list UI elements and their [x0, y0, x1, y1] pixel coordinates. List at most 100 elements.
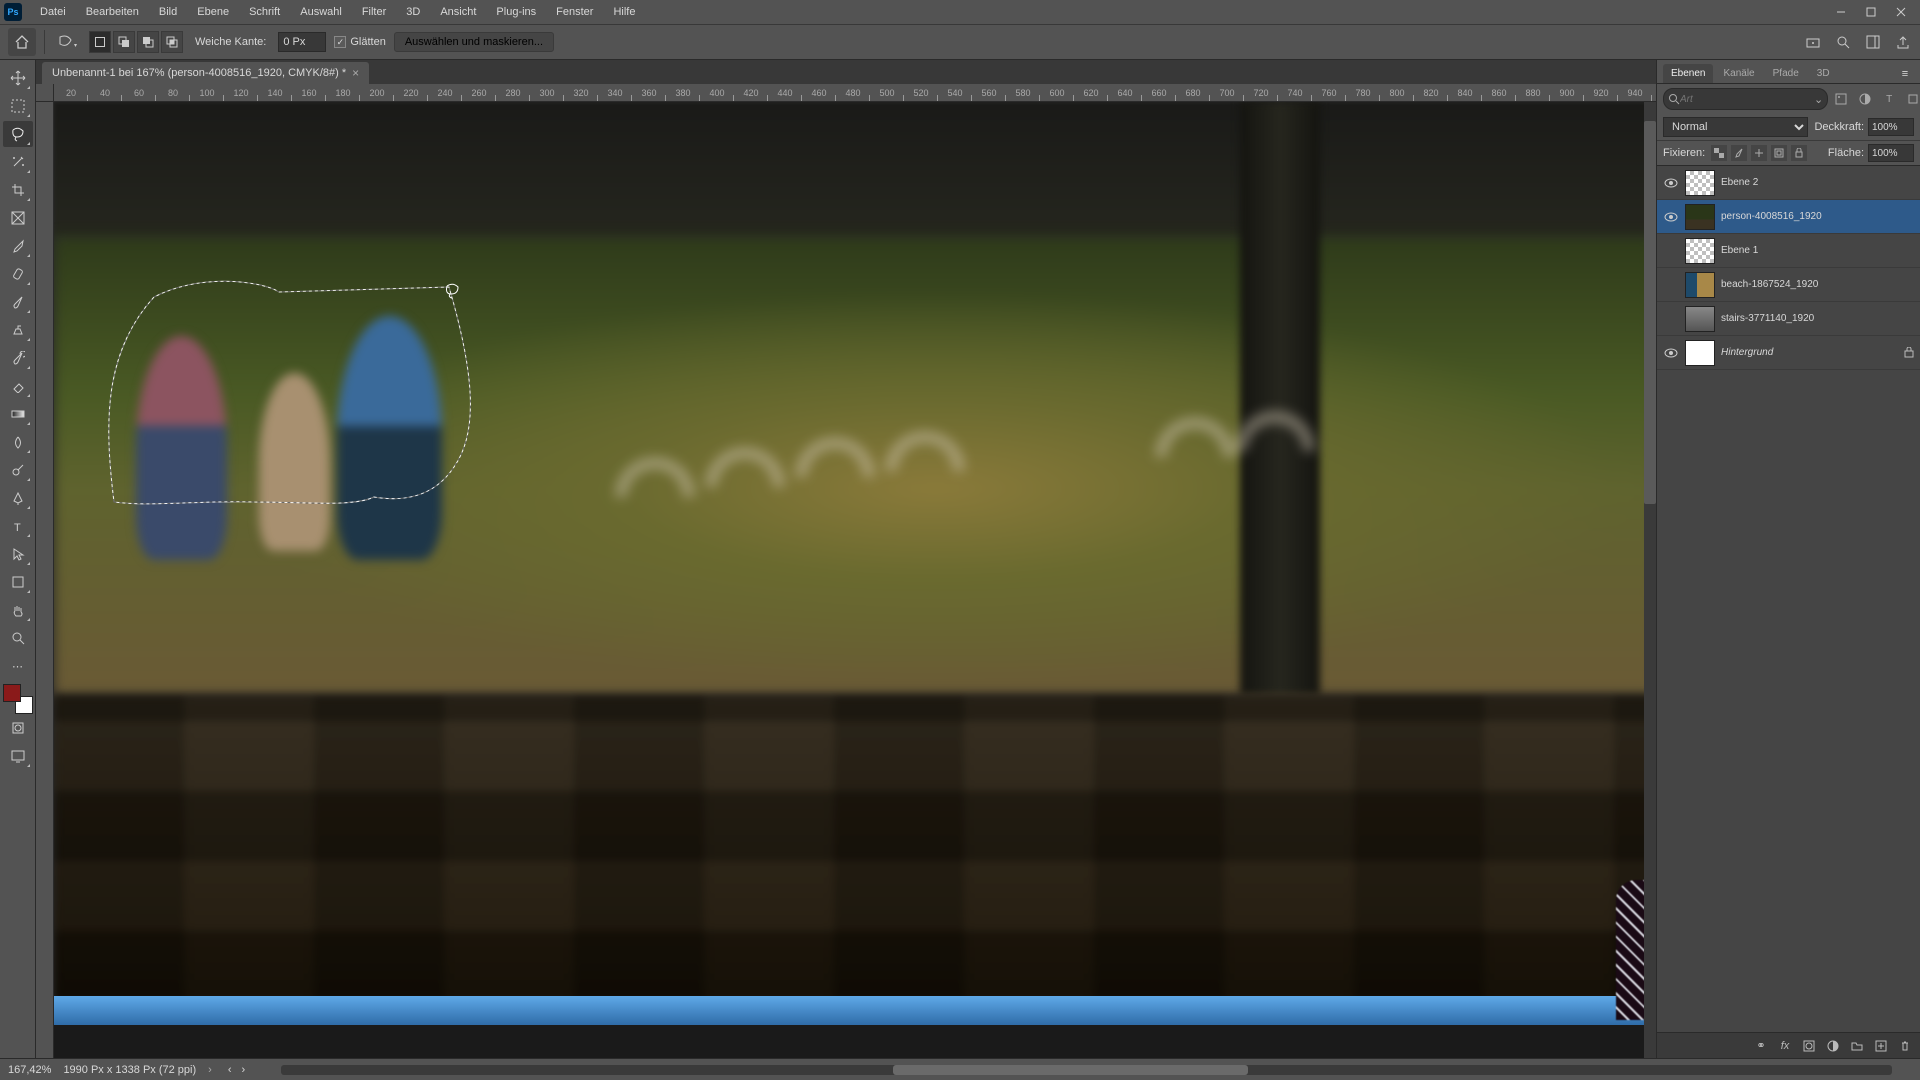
selection-new-button[interactable]: [89, 31, 111, 53]
marquee-tool[interactable]: [3, 93, 33, 119]
gradient-tool[interactable]: [3, 401, 33, 427]
blend-mode-select[interactable]: Normal: [1663, 117, 1808, 137]
selection-add-button[interactable]: [113, 31, 135, 53]
chevron-down-icon[interactable]: ⌄: [1814, 93, 1823, 106]
blur-tool[interactable]: [3, 429, 33, 455]
path-select-tool[interactable]: [3, 541, 33, 567]
layer-thumbnail[interactable]: [1685, 340, 1715, 366]
nav-prev[interactable]: ‹: [224, 1064, 236, 1076]
document-tab-close[interactable]: ×: [352, 66, 359, 80]
dodge-tool[interactable]: [3, 457, 33, 483]
history-brush-tool[interactable]: [3, 345, 33, 371]
lock-position-icon[interactable]: [1751, 145, 1767, 161]
selection-subtract-button[interactable]: [137, 31, 159, 53]
minimize-button[interactable]: [1826, 0, 1856, 24]
menu-fenster[interactable]: Fenster: [546, 0, 603, 24]
layer-name[interactable]: Ebene 1: [1721, 245, 1914, 256]
layer-thumbnail[interactable]: [1685, 204, 1715, 230]
layer-row[interactable]: stairs-3771140_1920: [1657, 302, 1920, 336]
lock-brush-icon[interactable]: [1731, 145, 1747, 161]
zoom-level[interactable]: 167,42%: [8, 1064, 51, 1076]
layer-visibility-toggle[interactable]: [1663, 175, 1679, 191]
selection-intersect-button[interactable]: [161, 31, 183, 53]
quickmask-button[interactable]: [3, 715, 33, 741]
layer-row[interactable]: Ebene 2: [1657, 166, 1920, 200]
feather-input[interactable]: [278, 32, 326, 52]
menu-plug-ins[interactable]: Plug-ins: [486, 0, 546, 24]
layer-thumbnail[interactable]: [1685, 170, 1715, 196]
color-swatches[interactable]: [3, 684, 33, 714]
fill-input[interactable]: [1868, 144, 1914, 162]
pen-tool[interactable]: [3, 485, 33, 511]
menu-3d[interactable]: 3D: [396, 0, 430, 24]
layer-thumbnail[interactable]: [1685, 238, 1715, 264]
lock-all-icon[interactable]: [1791, 145, 1807, 161]
lasso-tool[interactable]: [3, 121, 33, 147]
magic-wand-tool[interactable]: [3, 149, 33, 175]
lock-artboard-icon[interactable]: [1771, 145, 1787, 161]
shape-tool[interactable]: [3, 569, 33, 595]
screenmode-button[interactable]: [3, 743, 33, 769]
info-chevron-icon[interactable]: ›: [208, 1064, 212, 1076]
brush-tool[interactable]: [3, 289, 33, 315]
edit-toolbar-button[interactable]: ⋯: [3, 653, 33, 679]
adjustment-icon[interactable]: [1826, 1039, 1840, 1053]
tab-layers[interactable]: Ebenen: [1663, 64, 1713, 83]
layer-name[interactable]: Hintergrund: [1721, 347, 1898, 358]
layer-filter-input[interactable]: [1680, 94, 1814, 105]
healing-tool[interactable]: [3, 261, 33, 287]
layer-row[interactable]: Hintergrund: [1657, 336, 1920, 370]
group-icon[interactable]: [1850, 1039, 1864, 1053]
nav-next[interactable]: ›: [237, 1064, 249, 1076]
cloud-docs-icon[interactable]: [1804, 33, 1822, 51]
new-layer-icon[interactable]: [1874, 1039, 1888, 1053]
link-layers-icon[interactable]: ⚭: [1754, 1039, 1768, 1053]
panel-menu-icon[interactable]: ≡: [1896, 65, 1914, 83]
menu-filter[interactable]: Filter: [352, 0, 396, 24]
fx-icon[interactable]: fx: [1778, 1039, 1792, 1053]
layer-row[interactable]: Ebene 1: [1657, 234, 1920, 268]
filter-type-icon[interactable]: T: [1880, 90, 1898, 108]
foreground-color[interactable]: [3, 684, 21, 702]
menu-bearbeiten[interactable]: Bearbeiten: [76, 0, 149, 24]
select-and-mask-button[interactable]: Auswählen und maskieren...: [394, 32, 554, 52]
antialias-checkbox-wrap[interactable]: Glätten: [334, 36, 385, 48]
filter-shape-icon[interactable]: [1904, 90, 1920, 108]
type-tool[interactable]: T: [3, 513, 33, 539]
layer-thumbnail[interactable]: [1685, 306, 1715, 332]
crop-tool[interactable]: [3, 177, 33, 203]
eraser-tool[interactable]: [3, 373, 33, 399]
lock-pixels-icon[interactable]: [1711, 145, 1727, 161]
layer-visibility-toggle[interactable]: [1663, 243, 1679, 259]
layer-visibility-toggle[interactable]: [1663, 209, 1679, 225]
menu-schrift[interactable]: Schrift: [239, 0, 290, 24]
move-tool[interactable]: [3, 65, 33, 91]
delete-layer-icon[interactable]: [1898, 1039, 1912, 1053]
maximize-button[interactable]: [1856, 0, 1886, 24]
layer-row[interactable]: person-4008516_1920: [1657, 200, 1920, 234]
layer-name[interactable]: person-4008516_1920: [1721, 211, 1914, 222]
eyedropper-tool[interactable]: [3, 233, 33, 259]
antialias-checkbox[interactable]: [334, 36, 346, 48]
tab-channels[interactable]: Kanäle: [1715, 64, 1762, 83]
layer-name[interactable]: beach-1867524_1920: [1721, 279, 1914, 290]
clone-stamp-tool[interactable]: [3, 317, 33, 343]
menu-ebene[interactable]: Ebene: [187, 0, 239, 24]
hand-tool[interactable]: [3, 597, 33, 623]
tab-3d[interactable]: 3D: [1809, 64, 1838, 83]
tab-paths[interactable]: Pfade: [1765, 64, 1807, 83]
tool-preset-button[interactable]: [53, 28, 81, 56]
filter-adjust-icon[interactable]: [1856, 90, 1874, 108]
layer-visibility-toggle[interactable]: [1663, 311, 1679, 327]
layer-visibility-toggle[interactable]: [1663, 345, 1679, 361]
close-button[interactable]: [1886, 0, 1916, 24]
layer-name[interactable]: stairs-3771140_1920: [1721, 313, 1914, 324]
frame-tool[interactable]: [3, 205, 33, 231]
menu-ansicht[interactable]: Ansicht: [430, 0, 486, 24]
layer-filter-search[interactable]: ⌄: [1663, 88, 1828, 110]
zoom-tool[interactable]: [3, 625, 33, 651]
ruler-vertical[interactable]: [36, 102, 54, 1058]
home-button[interactable]: [8, 28, 36, 56]
menu-auswahl[interactable]: Auswahl: [290, 0, 352, 24]
menu-bild[interactable]: Bild: [149, 0, 187, 24]
